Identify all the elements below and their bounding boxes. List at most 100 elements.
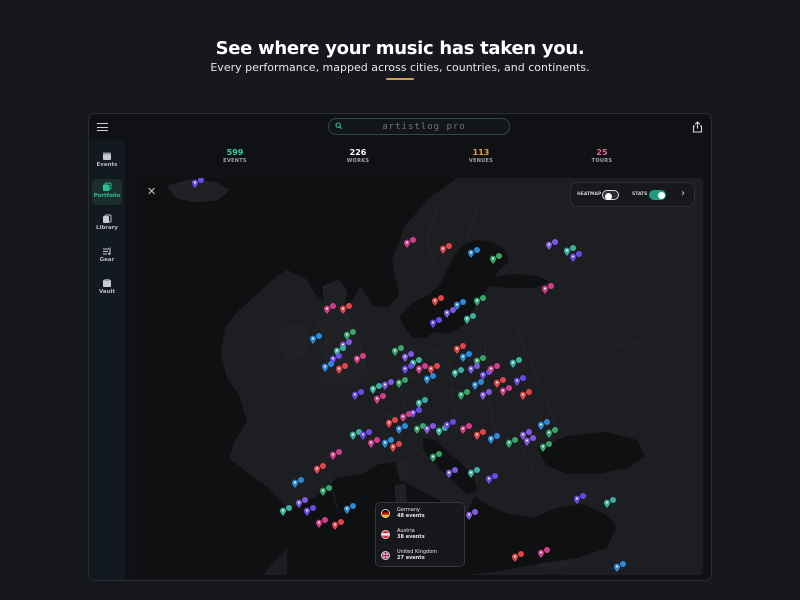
event-pin[interactable] — [546, 239, 558, 250]
search-bar[interactable] — [328, 118, 510, 135]
stat-label: VENUES — [468, 158, 494, 164]
event-pin[interactable] — [488, 433, 500, 444]
germany-flag-icon — [381, 509, 390, 518]
event-pin[interactable] — [454, 343, 466, 354]
event-pin[interactable] — [416, 363, 428, 374]
sidebar: Events Portfolio Library Gear Vault — [89, 140, 125, 580]
hamburger-icon[interactable] — [97, 123, 108, 131]
heatmap-label: HEATMAP — [577, 192, 602, 197]
sidebar-item-gear[interactable]: Gear — [92, 243, 122, 269]
map-controls: HEATMAP STATS › — [570, 182, 695, 207]
event-pin[interactable] — [546, 427, 558, 438]
legend-count: 27 events — [397, 555, 425, 561]
vault-icon — [103, 279, 111, 287]
sidebar-item-portfolio[interactable]: Portfolio — [92, 179, 122, 205]
event-pin[interactable] — [474, 429, 486, 440]
hero-accent-rule — [386, 78, 414, 80]
event-pin[interactable] — [472, 379, 484, 390]
sidebar-item-label: Library — [95, 225, 119, 231]
event-pin[interactable] — [514, 375, 526, 386]
country-legend: Germany 48 events Austria 38 events Unit… — [375, 502, 465, 567]
event-pin[interactable] — [314, 463, 326, 474]
event-pin[interactable] — [494, 377, 506, 388]
stat-value: 599 — [226, 148, 244, 157]
event-pin[interactable] — [374, 393, 386, 404]
event-pin[interactable] — [468, 467, 480, 478]
stat-value: 25 — [596, 148, 608, 157]
hero-title: See where your music has taken you. — [215, 38, 585, 59]
event-pin[interactable] — [460, 351, 472, 362]
portfolio-icon — [103, 182, 112, 191]
event-pin[interactable] — [488, 363, 500, 374]
event-pin[interactable] — [480, 389, 492, 400]
event-pin[interactable] — [574, 493, 586, 504]
sidebar-item-label: Gear — [99, 257, 115, 263]
event-pin[interactable] — [396, 377, 408, 388]
event-pin[interactable] — [416, 397, 428, 408]
event-pin[interactable] — [352, 389, 364, 400]
event-pin[interactable] — [424, 373, 436, 384]
search-input[interactable] — [349, 120, 499, 133]
event-pin[interactable] — [614, 561, 626, 572]
stat-works: 226 WORKS — [323, 148, 393, 164]
stats-toggle[interactable] — [649, 190, 666, 200]
close-icon[interactable]: ✕ — [147, 186, 156, 197]
event-pin[interactable] — [520, 389, 532, 400]
sidebar-item-library[interactable]: Library — [92, 211, 122, 237]
event-pin[interactable] — [310, 333, 322, 344]
event-pin[interactable] — [524, 435, 536, 446]
chevron-right-icon[interactable]: › — [681, 189, 685, 199]
event-pin[interactable] — [570, 251, 582, 262]
sidebar-item-vault[interactable]: Vault — [92, 275, 122, 301]
sidebar-item-label: Events — [96, 162, 118, 168]
event-pin[interactable] — [506, 437, 518, 448]
stat-label: EVENTS — [223, 158, 247, 164]
search-icon — [335, 122, 343, 130]
event-pin[interactable] — [486, 473, 498, 484]
stat-value: 226 — [349, 148, 367, 157]
toggle-knob — [604, 192, 612, 200]
event-pin[interactable] — [382, 379, 394, 390]
stat-label: TOURS — [591, 158, 613, 164]
events-icon — [103, 152, 111, 160]
sidebar-item-label: Portfolio — [93, 193, 121, 199]
event-pin[interactable] — [468, 363, 480, 374]
toggle-knob — [658, 191, 665, 199]
stat-events: 599 EVENTS — [200, 148, 270, 164]
event-pin[interactable] — [392, 345, 404, 356]
event-pin[interactable] — [292, 477, 304, 488]
event-pin[interactable] — [460, 423, 472, 434]
legend-count: 38 events — [397, 534, 425, 540]
event-pin[interactable] — [360, 429, 372, 440]
stat-label: WORKS — [346, 158, 370, 164]
austria-flag-icon — [381, 530, 390, 539]
stat-venues: 113 VENUES — [446, 148, 516, 164]
hero-subtitle: Every performance, mapped across cities,… — [210, 61, 590, 74]
event-pin[interactable] — [386, 417, 398, 428]
legend-count: 48 events — [397, 513, 425, 519]
stat-tours: 25 TOURS — [567, 148, 637, 164]
event-pin[interactable] — [452, 367, 464, 378]
event-pin[interactable] — [604, 497, 616, 508]
event-pin[interactable] — [370, 383, 382, 394]
sidebar-item-label: Vault — [98, 289, 116, 295]
event-pin[interactable] — [404, 237, 416, 248]
event-pin[interactable] — [410, 407, 422, 418]
event-pin[interactable] — [500, 385, 512, 396]
event-pin[interactable] — [368, 437, 380, 448]
sidebar-item-events[interactable]: Events — [92, 148, 122, 174]
event-pin[interactable] — [440, 243, 452, 254]
europe-map[interactable]: ✕ HEATMAP STATS › Germany 48 events Aust… — [137, 178, 703, 575]
event-pin[interactable] — [402, 363, 414, 374]
event-pin[interactable] — [542, 283, 554, 294]
share-icon[interactable] — [692, 121, 703, 133]
event-pin[interactable] — [428, 363, 440, 374]
stat-value: 113 — [472, 148, 490, 157]
event-pin[interactable] — [538, 419, 550, 430]
stats-label: STATS — [632, 192, 648, 197]
library-icon — [103, 214, 112, 223]
event-pin[interactable] — [510, 357, 522, 368]
heatmap-toggle[interactable] — [602, 190, 619, 200]
uk-flag-icon — [381, 551, 390, 560]
gear-icon — [103, 247, 111, 255]
